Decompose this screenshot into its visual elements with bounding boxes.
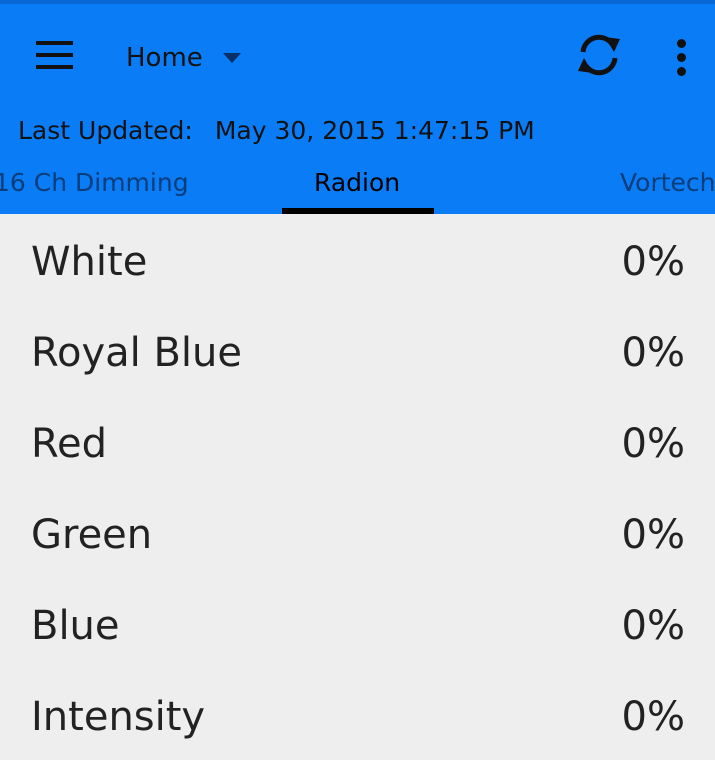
- last-updated-label: Last Updated:: [18, 116, 193, 145]
- list-item[interactable]: Intensity 0%: [0, 669, 715, 760]
- dropdown-caret-icon: [222, 53, 241, 63]
- nav-title: Home: [126, 43, 203, 73]
- tab-vortech[interactable]: Vortech: [620, 168, 715, 197]
- list-item[interactable]: White 0%: [0, 214, 715, 305]
- list-item[interactable]: Red 0%: [0, 396, 715, 487]
- app-bar: Home Last Updated: May 30, 2015 1:47:15 P…: [0, 0, 715, 214]
- channel-name: Green: [31, 512, 153, 558]
- channel-name: Red: [31, 421, 107, 467]
- channel-name: White: [31, 239, 148, 285]
- channel-value: 0%: [621, 512, 685, 558]
- menu-icon[interactable]: [36, 38, 74, 72]
- channel-value: 0%: [621, 421, 685, 467]
- channel-value: 0%: [621, 603, 685, 649]
- last-updated: Last Updated: May 30, 2015 1:47:15 PM: [18, 116, 535, 145]
- list-item[interactable]: Green 0%: [0, 487, 715, 578]
- overflow-menu-icon[interactable]: [670, 36, 694, 78]
- channel-name: Blue: [31, 603, 120, 649]
- channel-value: 0%: [621, 239, 685, 285]
- status-strip: [0, 0, 715, 4]
- tab-radion[interactable]: Radion: [314, 168, 400, 197]
- list-item[interactable]: Royal Blue 0%: [0, 305, 715, 396]
- last-updated-value: May 30, 2015 1:47:15 PM: [214, 116, 535, 145]
- channel-value: 0%: [621, 330, 685, 376]
- channel-list: White 0% Royal Blue 0% Red 0% Green 0% B…: [0, 214, 715, 760]
- refresh-icon[interactable]: [574, 30, 624, 80]
- list-item[interactable]: Blue 0%: [0, 578, 715, 669]
- channel-name: Royal Blue: [31, 330, 242, 376]
- navigation-spinner[interactable]: Home: [126, 38, 241, 78]
- channel-name: Intensity: [31, 694, 206, 740]
- channel-value: 0%: [621, 694, 685, 740]
- tab-16-ch-dimming[interactable]: 16 Ch Dimming: [0, 168, 189, 197]
